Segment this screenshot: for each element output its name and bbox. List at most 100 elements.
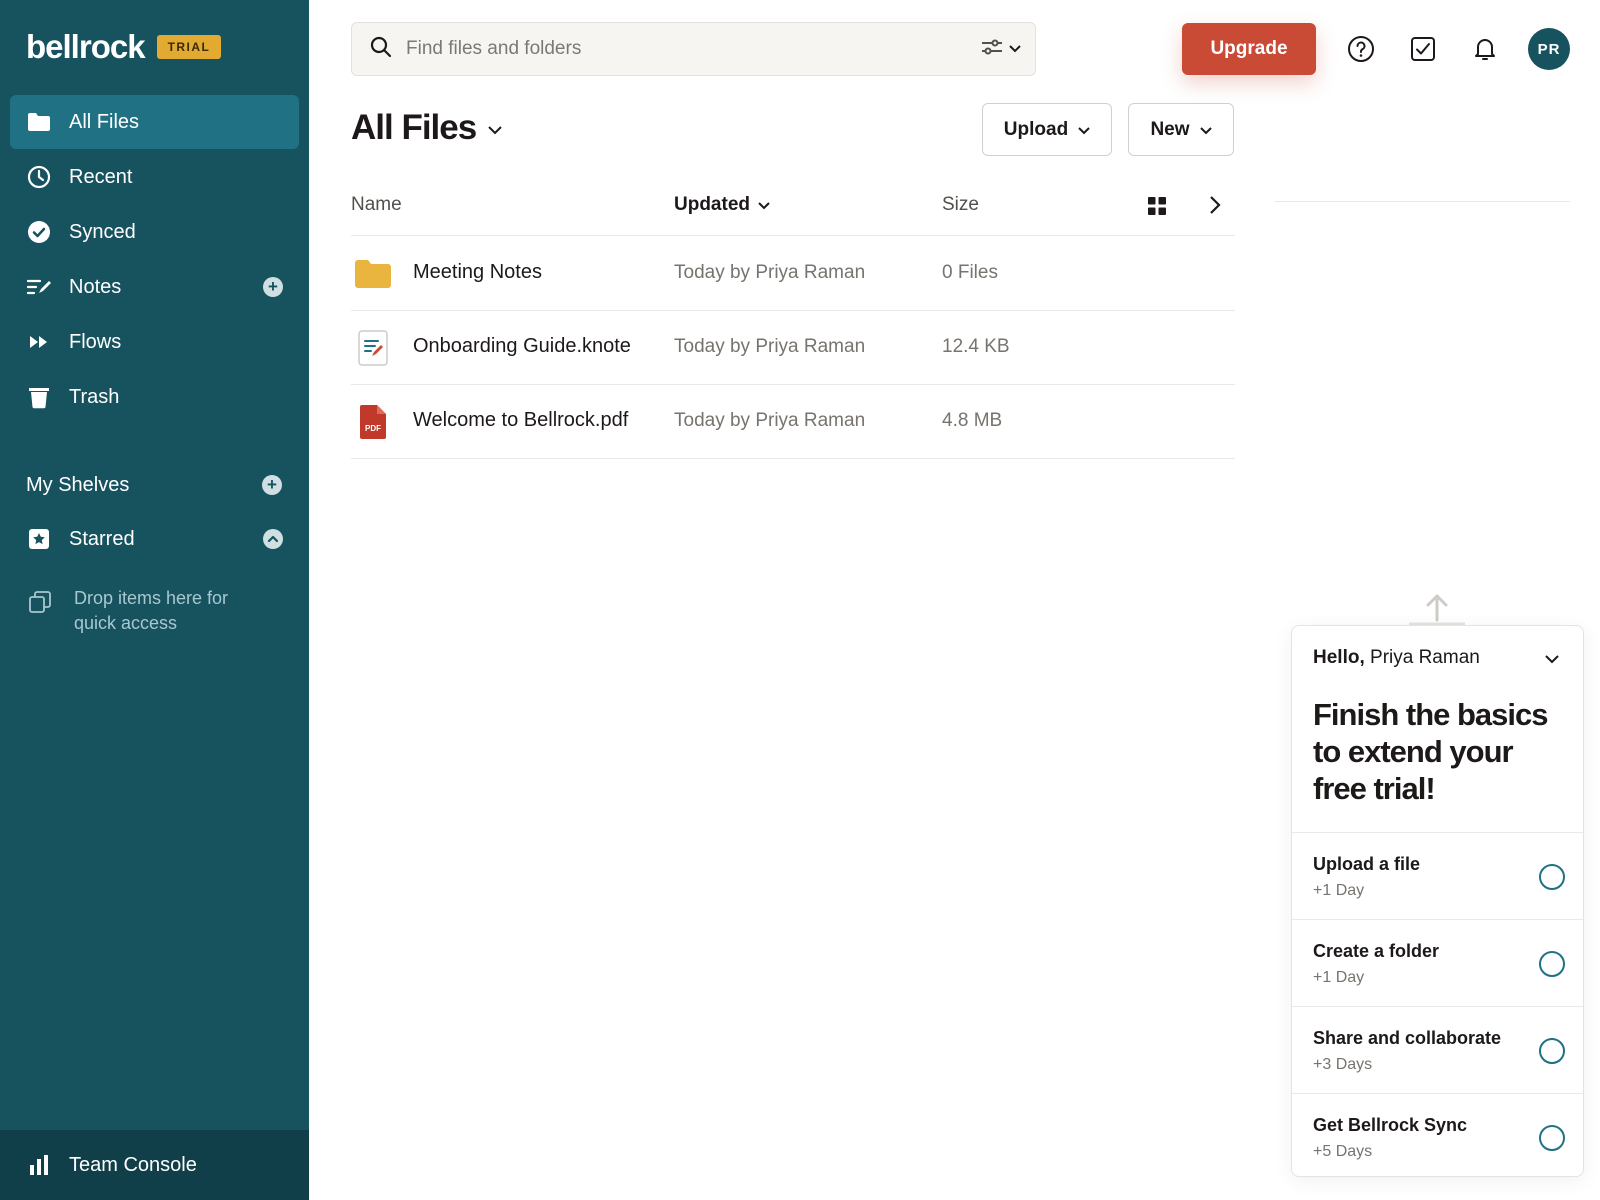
upgrade-button[interactable]: Upgrade: [1182, 23, 1316, 75]
pdf-file-icon: PDF: [353, 402, 393, 442]
sidebar-item-notes[interactable]: Notes +: [10, 260, 299, 314]
sidebar-item-label: Synced: [69, 220, 136, 243]
sliders-icon: [981, 38, 1003, 61]
task-checkbox[interactable]: [1539, 864, 1565, 890]
greeting-hello: Hello,: [1313, 647, 1365, 668]
task-create-folder[interactable]: Create a folder +1 Day: [1292, 919, 1583, 1006]
my-shelves-header[interactable]: My Shelves +: [26, 470, 282, 500]
upload-arrow-icon: [1407, 592, 1467, 626]
fast-forward-icon: [26, 329, 52, 355]
help-icon[interactable]: [1346, 34, 1376, 64]
task-upload-file[interactable]: Upload a file +1 Day: [1292, 832, 1583, 919]
sidebar-item-label: Trash: [69, 385, 120, 408]
table-row[interactable]: Onboarding Guide.knote Today by Priya Ra…: [351, 311, 1235, 385]
copy-icon: [28, 590, 54, 616]
sidebar: bellrock TRIAL All Files Recent Synced N…: [0, 0, 309, 1200]
tasks-checkbox-icon[interactable]: [1408, 34, 1438, 64]
collapse-starred-button[interactable]: [263, 529, 283, 549]
drop-hint-text: Drop items here for quick access: [74, 588, 229, 633]
sidebar-item-trash[interactable]: Trash: [10, 370, 299, 424]
chevron-down-icon: [1009, 40, 1021, 58]
sidebar-item-label: Flows: [69, 330, 122, 353]
file-size: 4.8 MB: [942, 410, 1003, 431]
table-row[interactable]: Meeting Notes Today by Priya Raman 0 Fil…: [351, 237, 1235, 311]
bar-chart-icon: [26, 1152, 52, 1178]
search-input[interactable]: [406, 38, 981, 60]
note-document-icon: [353, 328, 393, 368]
greeting-name: Priya Raman: [1370, 647, 1480, 668]
new-button-label: New: [1150, 118, 1190, 140]
search-icon: [370, 36, 392, 63]
task-checkbox[interactable]: [1539, 951, 1565, 977]
new-button[interactable]: New: [1128, 103, 1234, 156]
task-checkbox[interactable]: [1539, 1038, 1565, 1064]
file-updated: Today by Priya Raman: [674, 262, 866, 283]
chevron-down-icon: [1078, 119, 1090, 141]
file-name: Welcome to Bellrock.pdf: [413, 409, 629, 431]
task-checkbox[interactable]: [1539, 1125, 1565, 1151]
upload-button-label: Upload: [1003, 118, 1069, 140]
file-updated: Today by Priya Raman: [674, 410, 866, 431]
task-reward: +1 Day: [1313, 882, 1365, 899]
trash-icon: [26, 384, 52, 410]
onboarding-title: Finish the basics to extend your free tr…: [1313, 697, 1549, 806]
chevron-down-icon[interactable]: [1541, 648, 1563, 670]
page-title[interactable]: All Files: [351, 108, 502, 148]
onboarding-greeting: Hello, Priya Raman: [1313, 647, 1480, 669]
file-updated: Today by Priya Raman: [674, 336, 866, 357]
divider: [1275, 201, 1570, 202]
add-shelf-button[interactable]: +: [262, 475, 282, 495]
file-name: Meeting Notes: [413, 261, 542, 283]
chevron-right-icon[interactable]: [1209, 195, 1221, 221]
bell-icon[interactable]: [1470, 34, 1500, 64]
add-note-button[interactable]: +: [263, 277, 283, 297]
folder-icon: [26, 109, 52, 135]
chevron-down-icon: [488, 122, 502, 140]
task-title: Upload a file: [1313, 854, 1421, 874]
starred-section: Starred: [10, 512, 299, 567]
table-row[interactable]: PDF Welcome to Bellrock.pdf Today by Pri…: [351, 385, 1235, 459]
file-size: 12.4 KB: [942, 336, 1010, 357]
starred-drop-hint: Drop items here for quick access: [28, 586, 264, 636]
task-share-collaborate[interactable]: Share and collaborate +3 Days: [1292, 1006, 1583, 1093]
page-title-text: All Files: [351, 108, 477, 147]
team-console-label: Team Console: [69, 1153, 197, 1176]
search-filter-button[interactable]: [981, 38, 1021, 61]
grid-view-icon[interactable]: [1147, 196, 1167, 222]
star-icon: [26, 526, 52, 552]
sidebar-item-flows[interactable]: Flows: [10, 315, 299, 369]
task-reward: +3 Days: [1313, 1056, 1373, 1073]
sidebar-item-synced[interactable]: Synced: [10, 205, 299, 259]
task-get-sync[interactable]: Get Bellrock Sync +5 Days: [1292, 1093, 1583, 1176]
file-name: Onboarding Guide.knote: [413, 335, 631, 357]
clock-icon: [26, 164, 52, 190]
sidebar-item-label: Starred: [69, 527, 135, 550]
column-updated-label: Updated: [674, 194, 750, 215]
file-table-header: Name Updated Size: [351, 180, 1235, 236]
brand: bellrock TRIAL: [26, 28, 222, 66]
check-circle-icon: [26, 219, 52, 245]
onboarding-card: Hello, Priya Raman Finish the basics to …: [1291, 625, 1584, 1177]
sidebar-item-label: All Files: [69, 110, 140, 133]
task-title: Share and collaborate: [1313, 1028, 1502, 1048]
column-name[interactable]: Name: [351, 194, 402, 216]
task-title: Create a folder: [1313, 941, 1440, 961]
sidebar-nav: All Files Recent Synced Notes + Flows Tr…: [10, 95, 299, 425]
sidebar-item-starred[interactable]: Starred: [10, 512, 299, 566]
sidebar-item-label: Recent: [69, 165, 133, 188]
column-updated[interactable]: Updated: [674, 194, 770, 216]
chevron-down-icon: [1199, 119, 1212, 141]
team-console-link[interactable]: Team Console: [0, 1130, 309, 1200]
avatar[interactable]: PR: [1528, 28, 1570, 70]
brand-logo[interactable]: bellrock: [26, 28, 146, 66]
task-reward: +1 Day: [1313, 969, 1365, 986]
upload-button[interactable]: Upload: [982, 103, 1112, 156]
sidebar-item-all-files[interactable]: All Files: [10, 95, 299, 149]
search-bar: [351, 22, 1036, 76]
column-size[interactable]: Size: [942, 194, 979, 216]
chevron-down-icon: [758, 194, 770, 216]
sidebar-item-recent[interactable]: Recent: [10, 150, 299, 204]
my-shelves-label: My Shelves: [26, 473, 130, 496]
folder-icon: [353, 254, 393, 294]
notes-icon: [26, 274, 52, 300]
